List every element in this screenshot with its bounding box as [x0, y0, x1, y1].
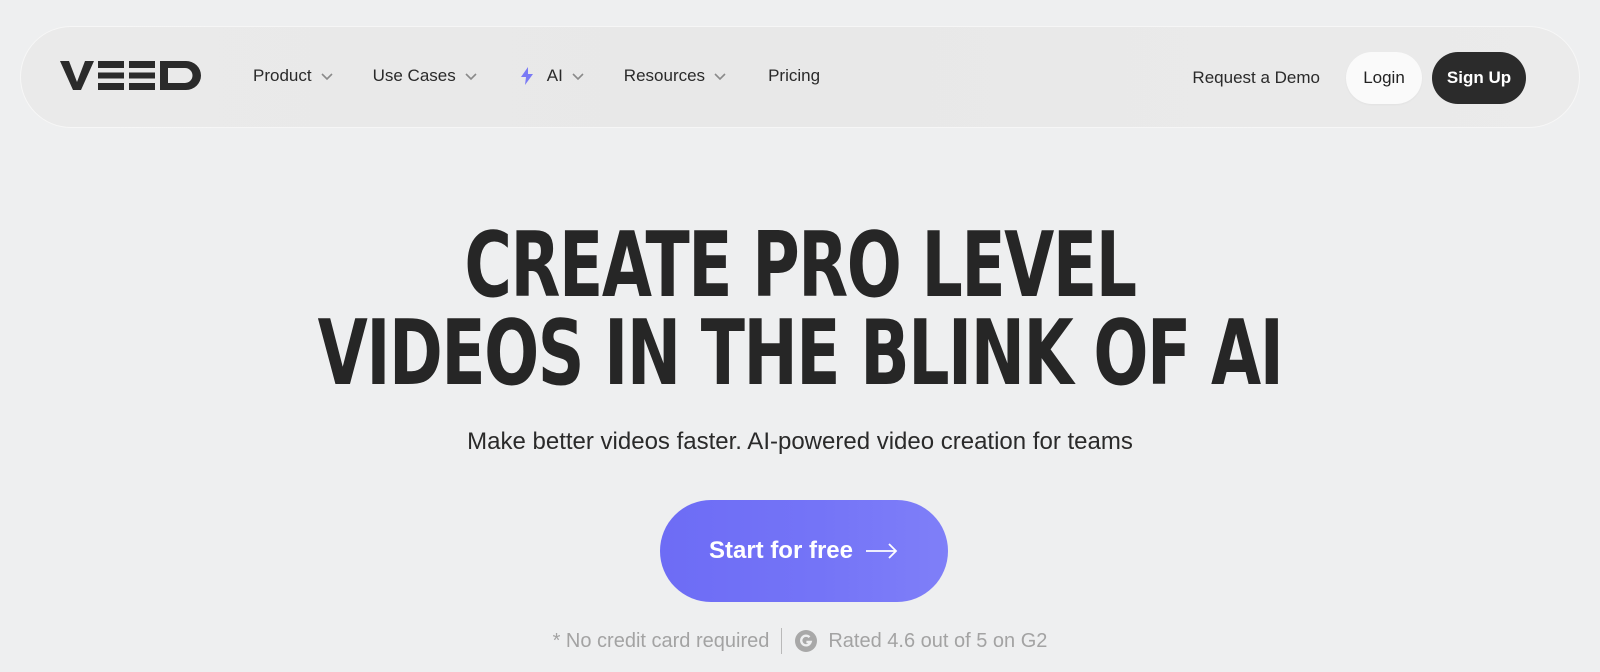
nav-item-label: AI — [546, 66, 563, 85]
nav-item-label: Use Cases — [372, 66, 456, 85]
nav-item-pricing[interactable]: Pricing — [768, 64, 820, 88]
request-demo-link[interactable]: Request a Demo — [1192, 68, 1320, 88]
arrow-right-icon — [866, 543, 898, 559]
hero-footnote: * No credit card required Rated 4.6 out … — [0, 628, 1600, 654]
chevron-down-icon — [321, 73, 333, 81]
nav-item-label: Resources — [623, 66, 706, 85]
chevron-down-icon — [572, 73, 584, 81]
nav-item-resources[interactable]: Resources — [624, 64, 726, 88]
nav-item-product[interactable]: Product — [253, 64, 333, 88]
nav-item-label: Pricing — [768, 66, 821, 85]
chevron-down-icon — [465, 73, 477, 81]
hero-title-line-1: CREATE PRO LEVEL — [464, 213, 1137, 318]
cta-label: Start for free — [708, 537, 854, 564]
hero-title: CREATE PRO LEVEL VIDEOS IN THE BLINK OF … — [224, 213, 1376, 406]
nav-item-use-cases[interactable]: Use Cases — [373, 64, 477, 88]
chevron-down-icon — [714, 73, 726, 81]
start-for-free-button[interactable]: Start for free — [660, 500, 948, 602]
hero-title-line-2: VIDEOS IN THE BLINK OF AI — [317, 301, 1284, 406]
g2-rating-text: Rated 4.6 out of 5 on G2 — [828, 629, 1048, 652]
nav-actions: Request a Demo Login Sign Up — [1192, 52, 1526, 104]
g2-icon — [795, 630, 818, 652]
nav-item-label: Product — [253, 66, 312, 85]
page: Product Use Cases AI Resources Pricing R… — [0, 0, 1600, 672]
veed-logo[interactable] — [60, 57, 206, 93]
signup-button[interactable]: Sign Up — [1432, 52, 1526, 104]
no-credit-card-note: * No credit card required — [552, 629, 770, 652]
main-nav-menu: Product Use Cases AI Resources Pricing — [253, 64, 820, 88]
hero-subtitle: Make better videos faster. AI-powered vi… — [467, 428, 1133, 455]
nav-item-ai[interactable]: AI — [519, 64, 584, 88]
sparkle-icon — [520, 67, 533, 85]
login-button[interactable]: Login — [1346, 52, 1422, 104]
footnote-divider — [781, 628, 783, 654]
